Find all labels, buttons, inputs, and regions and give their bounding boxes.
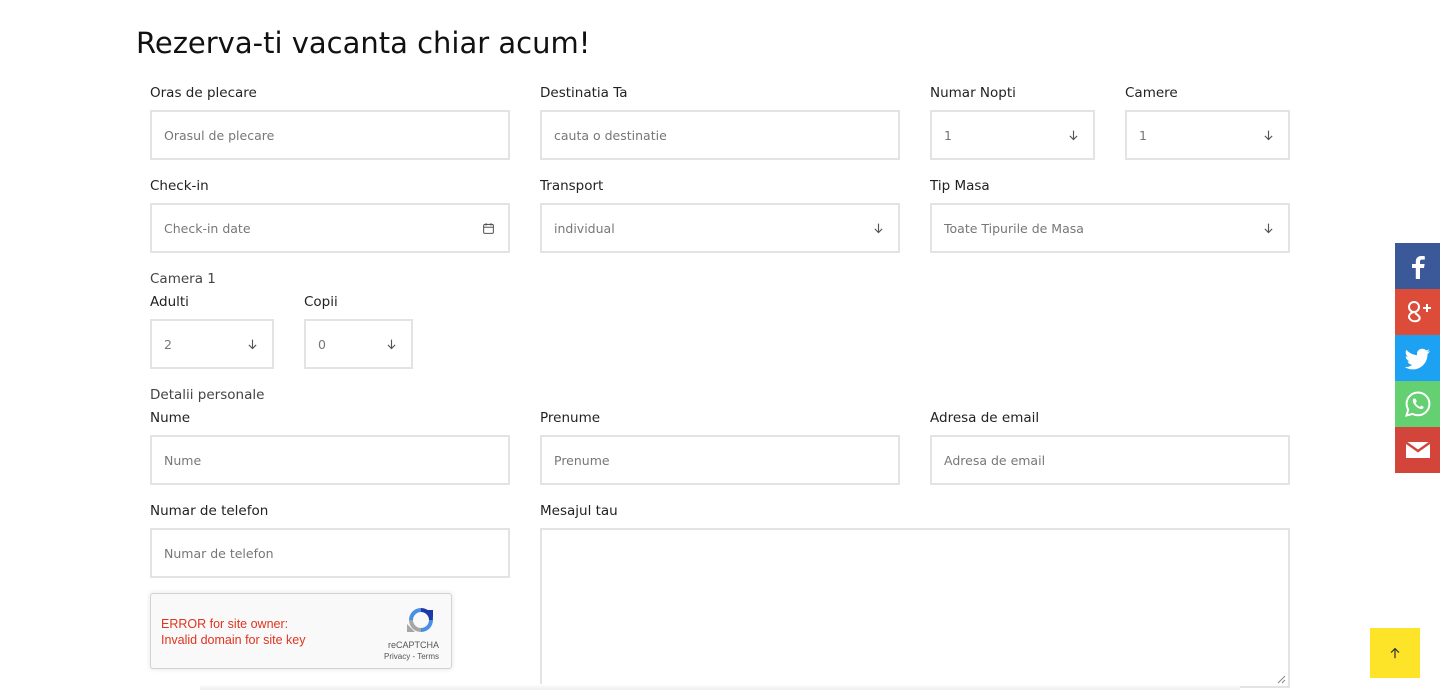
calendar-icon[interactable]	[480, 220, 496, 236]
adults-value: 2	[164, 336, 172, 352]
arrow-down-icon	[244, 336, 260, 352]
meal-value: Toate Tipurile de Masa	[944, 220, 1084, 236]
google-plus-share-button[interactable]	[1395, 289, 1440, 335]
surname-label: Prenume	[540, 410, 601, 426]
facebook-share-button[interactable]	[1395, 243, 1440, 289]
rooms-label: Camere	[1125, 85, 1178, 101]
arrow-down-icon	[383, 336, 399, 352]
bottom-shadow	[200, 684, 1240, 690]
surname-input[interactable]: Prenume	[540, 435, 900, 485]
departure-input[interactable]: Orasul de plecare	[150, 110, 510, 160]
arrow-down-icon	[870, 220, 886, 236]
transport-label: Transport	[540, 178, 604, 194]
resize-grip-icon[interactable]	[1277, 675, 1286, 684]
adults-select[interactable]: 2	[150, 319, 274, 369]
phone-input[interactable]: Numar de telefon	[150, 528, 510, 578]
adults-label: Adulti	[150, 294, 189, 310]
recaptcha-error-line1: ERROR for site owner:	[161, 617, 289, 631]
message-textarea[interactable]	[540, 528, 1290, 688]
email-share-button[interactable]	[1395, 427, 1440, 473]
recaptcha-logo-icon	[407, 608, 433, 632]
whatsapp-icon	[1404, 391, 1430, 417]
nights-select[interactable]: 1	[930, 110, 1095, 160]
recaptcha-error-line2: Invalid domain for site key	[161, 633, 306, 647]
google-plus-icon	[1407, 301, 1431, 323]
phone-placeholder: Numar de telefon	[164, 545, 274, 561]
children-label: Copii	[304, 294, 338, 310]
twitter-share-button[interactable]	[1395, 335, 1440, 381]
phone-label: Numar de telefon	[150, 503, 269, 519]
personal-details-heading: Detalii personale	[150, 387, 265, 403]
transport-select[interactable]: individual	[540, 203, 900, 253]
email-placeholder: Adresa de email	[944, 452, 1046, 468]
recaptcha-widget[interactable]: ERROR for site owner: Invalid domain for…	[150, 593, 452, 669]
name-input[interactable]: Nume	[150, 435, 510, 485]
checkin-label: Check-in	[150, 178, 209, 194]
whatsapp-share-button[interactable]	[1395, 381, 1440, 427]
email-icon	[1404, 441, 1431, 458]
email-input[interactable]: Adresa de email	[930, 435, 1290, 485]
arrow-down-icon	[1260, 220, 1276, 236]
rooms-select[interactable]: 1	[1125, 110, 1290, 160]
name-placeholder: Nume	[164, 452, 202, 468]
recaptcha-links[interactable]: Privacy - Terms	[384, 652, 439, 661]
nights-label: Numar Nopti	[930, 85, 1016, 101]
twitter-icon	[1404, 348, 1430, 370]
recaptcha-error: ERROR for site owner: Invalid domain for…	[161, 616, 306, 648]
departure-placeholder: Orasul de plecare	[164, 127, 275, 143]
rooms-value: 1	[1139, 127, 1147, 143]
facebook-icon	[1411, 256, 1425, 279]
name-label: Nume	[150, 410, 191, 426]
nights-value: 1	[944, 127, 952, 143]
surname-placeholder: Prenume	[554, 452, 610, 468]
checkin-input[interactable]: Check-in date	[150, 203, 510, 253]
destination-placeholder: cauta o destinatie	[554, 127, 667, 143]
destination-label: Destinatia Ta	[540, 85, 628, 101]
meal-label: Tip Masa	[930, 178, 990, 194]
page-title: Rezerva-ti vacanta chiar acum!	[136, 26, 591, 60]
arrow-up-icon	[1390, 647, 1400, 659]
recaptcha-brand: reCAPTCHA	[387, 640, 439, 650]
children-value: 0	[318, 336, 326, 352]
email-label: Adresa de email	[930, 410, 1040, 426]
destination-input[interactable]: cauta o destinatie	[540, 110, 900, 160]
departure-label: Oras de plecare	[150, 85, 257, 101]
transport-value: individual	[554, 220, 615, 236]
checkin-placeholder: Check-in date	[164, 220, 251, 236]
arrow-down-icon	[1260, 127, 1276, 143]
message-label: Mesajul tau	[540, 503, 618, 519]
room1-heading: Camera 1	[150, 271, 216, 287]
children-select[interactable]: 0	[304, 319, 413, 369]
arrow-down-icon	[1065, 127, 1081, 143]
meal-select[interactable]: Toate Tipurile de Masa	[930, 203, 1290, 253]
back-to-top-button[interactable]	[1370, 628, 1420, 678]
